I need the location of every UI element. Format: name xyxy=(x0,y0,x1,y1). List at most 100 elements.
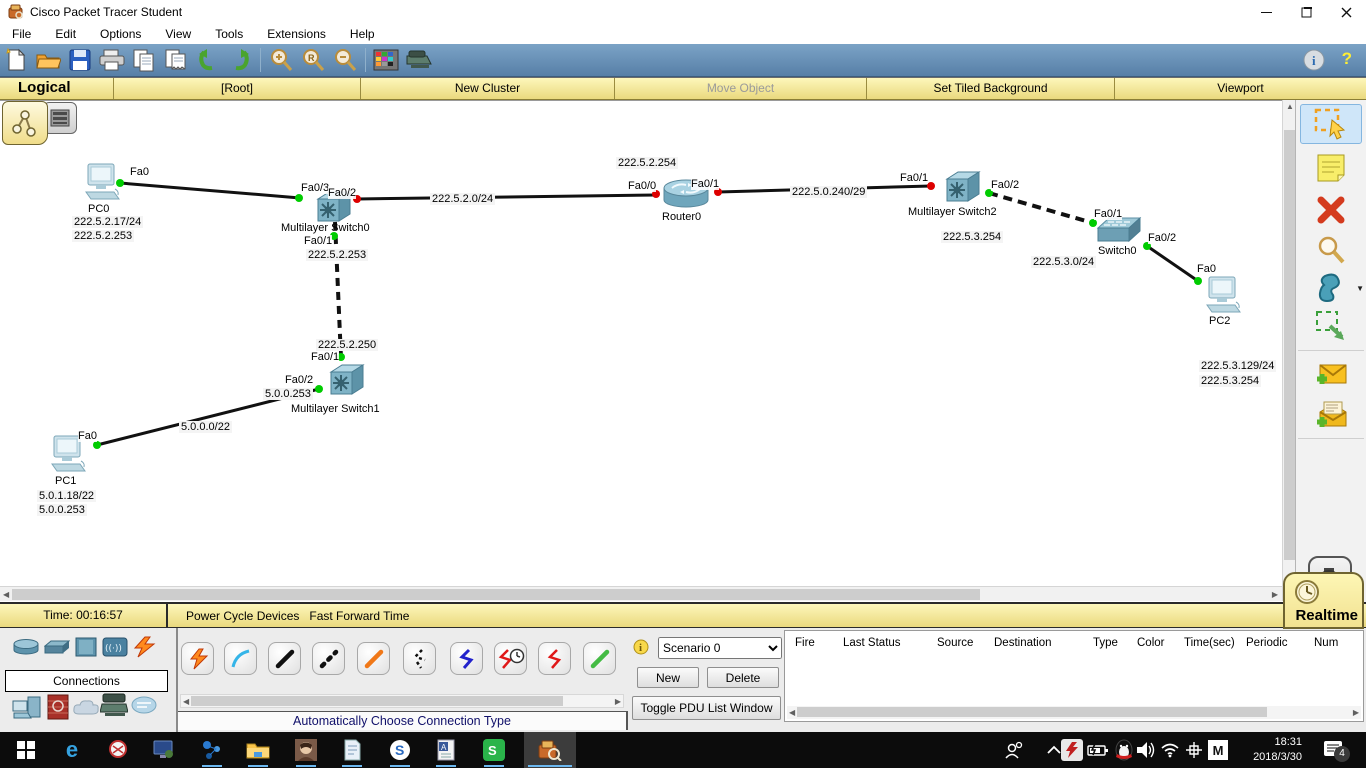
taskbar-packet-tracer-icon[interactable] xyxy=(538,738,562,762)
save-button[interactable] xyxy=(65,46,95,74)
realtime-mode-tab[interactable]: Realtime xyxy=(1283,572,1364,629)
conn-octal-button[interactable] xyxy=(583,642,616,675)
physical-workspace-tab[interactable] xyxy=(43,102,77,134)
tray-ime-mode-badge[interactable]: M xyxy=(1208,740,1228,760)
add-simple-pdu-button[interactable] xyxy=(1300,356,1362,396)
conn-serial-dte-button[interactable] xyxy=(538,642,571,675)
conn-console-button[interactable] xyxy=(224,642,257,675)
scenario-new-button[interactable]: New xyxy=(637,667,699,688)
conn-auto-button[interactable] xyxy=(181,642,214,675)
tray-qq-icon[interactable] xyxy=(1112,738,1136,762)
open-file-button[interactable] xyxy=(33,46,63,74)
canvas-vertical-scrollbar[interactable]: ▲ ▼ xyxy=(1282,100,1295,601)
menu-help[interactable]: Help xyxy=(338,24,387,44)
minimize-button[interactable] xyxy=(1246,0,1286,24)
taskbar-xmind-icon[interactable] xyxy=(200,738,224,762)
conn-phone-button[interactable] xyxy=(403,642,436,675)
tray-wifi-icon[interactable] xyxy=(1158,738,1182,762)
category-security-icon[interactable] xyxy=(47,694,69,720)
tray-battery-icon[interactable] xyxy=(1086,738,1110,762)
category-wireless-icon[interactable]: ((·)) xyxy=(102,637,128,657)
taskbar-snip-icon[interactable] xyxy=(106,738,130,762)
conn-copper-straight-button[interactable] xyxy=(268,642,301,675)
connections-scroll-thumb[interactable] xyxy=(191,696,563,706)
info-button[interactable]: i xyxy=(1302,48,1326,72)
taskbar-text-doc-icon[interactable]: A xyxy=(434,738,458,762)
category-connections-icon[interactable] xyxy=(131,636,157,658)
device-multilayer-switch1[interactable] xyxy=(329,363,365,397)
category-multiuser-icon[interactable] xyxy=(131,696,157,714)
fast-forward-time-button[interactable]: Fast Forward Time xyxy=(309,609,409,623)
conn-serial-dce-button[interactable] xyxy=(494,642,527,675)
category-routers-icon[interactable] xyxy=(12,638,40,656)
menu-tools[interactable]: Tools xyxy=(203,24,255,44)
new-file-button[interactable] xyxy=(1,46,31,74)
new-cluster-button[interactable]: New Cluster xyxy=(360,78,614,99)
delete-tool-button[interactable] xyxy=(1300,190,1362,230)
hscroll-thumb[interactable] xyxy=(12,589,980,600)
tray-people-icon[interactable] xyxy=(1002,738,1026,762)
category-end-devices-icon[interactable] xyxy=(12,696,42,720)
menu-options[interactable]: Options xyxy=(88,24,153,44)
tray-clock[interactable]: 18:31 2018/3/30 xyxy=(1240,735,1302,765)
scenario-delete-button[interactable]: Delete xyxy=(707,667,779,688)
toggle-pdu-list-button[interactable]: Toggle PDU List Window xyxy=(632,696,781,720)
taskbar-wps-icon[interactable]: S xyxy=(482,738,506,762)
pdu-scroll-thumb[interactable] xyxy=(797,707,1267,717)
logical-workspace-tab[interactable]: Logical xyxy=(0,78,113,99)
taskbar-edge-icon[interactable]: e xyxy=(60,737,84,762)
inspect-tool-button[interactable] xyxy=(1300,230,1362,270)
taskbar-sogou-icon[interactable]: S xyxy=(388,738,412,762)
scenario-info-icon[interactable]: i xyxy=(633,639,649,655)
place-note-tool-button[interactable] xyxy=(1300,148,1362,188)
menu-file[interactable]: File xyxy=(0,24,43,44)
start-button[interactable] xyxy=(14,738,38,762)
tray-volume-icon[interactable] xyxy=(1134,738,1158,762)
power-cycle-devices-button[interactable]: Power Cycle Devices xyxy=(186,609,299,623)
taskbar-explorer-icon[interactable] xyxy=(246,738,270,762)
device-pc2[interactable] xyxy=(1203,276,1243,314)
taskbar-display-icon[interactable] xyxy=(152,738,176,762)
palette-dialog-button[interactable] xyxy=(371,46,401,74)
category-hubs-icon[interactable] xyxy=(75,637,97,657)
viewport-button[interactable]: Viewport xyxy=(1114,78,1366,99)
category-wan-cloud-icon[interactable] xyxy=(72,698,100,716)
zoom-reset-button[interactable]: R xyxy=(298,46,328,74)
menu-extensions[interactable]: Extensions xyxy=(255,24,338,44)
zoom-in-button[interactable] xyxy=(266,46,296,74)
device-switch0[interactable] xyxy=(1096,216,1142,246)
category-switches-icon[interactable] xyxy=(44,640,70,654)
logical-workspace-mini-tab[interactable] xyxy=(2,101,48,145)
taskbar-notepad-icon[interactable] xyxy=(340,738,364,762)
category-custom-devices-icon[interactable] xyxy=(100,692,128,718)
connections-scrollbar[interactable]: ◀ ▶ xyxy=(180,694,624,708)
set-tiled-background-button[interactable]: Set Tiled Background xyxy=(866,78,1114,99)
menu-view[interactable]: View xyxy=(153,24,203,44)
help-button[interactable]: ? xyxy=(1342,49,1352,69)
close-button[interactable] xyxy=(1326,0,1366,24)
resize-shape-tool-button[interactable] xyxy=(1300,306,1362,346)
pdu-list-scrollbar[interactable]: ◀ ▶ xyxy=(787,706,1361,719)
conn-coaxial-button[interactable] xyxy=(450,642,483,675)
tray-thunder-icon[interactable] xyxy=(1060,738,1084,762)
device-multilayer-switch2[interactable] xyxy=(945,170,981,204)
root-cluster-button[interactable]: [Root] xyxy=(113,78,360,99)
add-complex-pdu-button[interactable] xyxy=(1300,396,1362,436)
tray-input-indicator-icon[interactable] xyxy=(1182,738,1206,762)
scenario-select[interactable]: Scenario 0 xyxy=(658,637,782,659)
paste-button[interactable] xyxy=(161,46,191,74)
vscroll-thumb[interactable] xyxy=(1284,130,1295,560)
zoom-out-button[interactable] xyxy=(330,46,360,74)
tray-notification-icon[interactable]: 4 xyxy=(1322,738,1350,762)
select-tool-button[interactable] xyxy=(1300,104,1362,144)
maximize-button[interactable] xyxy=(1286,0,1326,24)
menu-edit[interactable]: Edit xyxy=(43,24,88,44)
device-pc0[interactable] xyxy=(82,163,122,201)
shape-dropdown-arrow-icon[interactable]: ▼ xyxy=(1356,284,1364,293)
copy-button[interactable] xyxy=(129,46,159,74)
custom-devices-dialog-button[interactable] xyxy=(403,46,433,74)
redo-icon[interactable] xyxy=(225,46,255,74)
conn-fiber-button[interactable] xyxy=(357,642,390,675)
undo-icon[interactable] xyxy=(193,46,223,74)
taskbar-avatar-icon[interactable] xyxy=(294,738,318,762)
